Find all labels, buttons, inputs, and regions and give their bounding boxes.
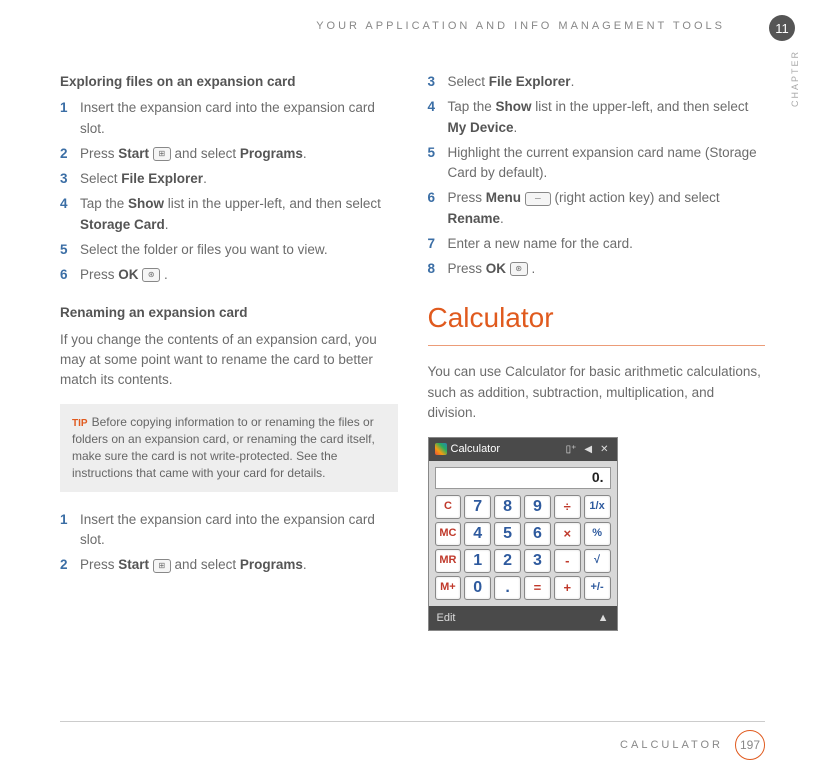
footer-section: CALCULATOR — [620, 739, 723, 751]
calc-key-6[interactable]: 6 — [524, 522, 551, 546]
calc-key-mc[interactable]: MC — [435, 522, 462, 546]
calc-key-4[interactable]: 4 — [464, 522, 491, 546]
step-text: Press Start ⊞ and select Programs. — [80, 555, 398, 575]
calc-keypad: C789÷1/x MC456×% MR123-√ M+0.=++/- — [429, 495, 617, 606]
calc-key-[interactable]: + — [554, 576, 581, 600]
steps-renaming-cont: 3Select File Explorer. 4Tap the Show lis… — [428, 72, 766, 279]
calc-window-title: Calculator — [451, 441, 501, 458]
step-text: Press Menu (right action key) and select… — [448, 188, 766, 229]
calculator-rule — [428, 345, 766, 346]
windows-flag-icon — [435, 443, 447, 455]
step-text: Select File Explorer. — [80, 169, 398, 189]
step-text: Insert the expansion card into the expan… — [80, 98, 398, 139]
calc-key-1[interactable]: 1 — [464, 549, 491, 573]
step-text: Press OK ⊛ . — [448, 259, 766, 279]
calc-key-5[interactable]: 5 — [494, 522, 521, 546]
step-text: Tap the Show list in the upper-left, and… — [448, 97, 766, 138]
page-number: 197 — [735, 730, 765, 760]
section-exploring-title: Exploring files on an expansion card — [60, 72, 398, 92]
calc-key-[interactable]: - — [554, 549, 581, 573]
start-icon: ⊞ — [153, 147, 171, 161]
step-text: Select the folder or files you want to v… — [80, 240, 398, 260]
calc-key-[interactable]: × — [554, 522, 581, 546]
ok-icon: ⊛ — [510, 262, 528, 276]
calc-key-[interactable]: . — [494, 576, 521, 600]
header-title: YOUR APPLICATION AND INFO MANAGEMENT TOO… — [316, 20, 725, 32]
page-header: YOUR APPLICATION AND INFO MANAGEMENT TOO… — [60, 20, 765, 32]
chapter-label: CHAPTER — [790, 50, 800, 107]
tip-box: TIPBefore copying information to or rena… — [60, 404, 398, 491]
step-text: Highlight the current expansion card nam… — [448, 143, 766, 184]
start-icon: ⊞ — [153, 559, 171, 573]
calc-key-1x[interactable]: 1/x — [584, 495, 611, 519]
calc-softkey-bar: Edit ▲ — [429, 606, 617, 631]
step-text: Enter a new name for the card. — [448, 234, 766, 254]
calc-key-[interactable]: √ — [584, 549, 611, 573]
softkey-menu-icon[interactable]: ▲ — [598, 610, 609, 627]
calc-key-8[interactable]: 8 — [494, 495, 521, 519]
calc-key-c[interactable]: C — [435, 495, 462, 519]
left-column: Exploring files on an expansion card 1In… — [60, 72, 398, 631]
tip-label: TIP — [72, 418, 88, 429]
section-renaming-title: Renaming an expansion card — [60, 303, 398, 323]
calc-key-m[interactable]: M+ — [435, 576, 462, 600]
page-footer: CALCULATOR 197 — [60, 721, 765, 760]
calc-key-7[interactable]: 7 — [464, 495, 491, 519]
calc-titlebar: Calculator ▯⁺◀ ✕ — [429, 438, 617, 461]
softkey-edit[interactable]: Edit — [437, 610, 456, 627]
step-text: Tap the Show list in the upper-left, and… — [80, 194, 398, 235]
calc-key-[interactable]: % — [584, 522, 611, 546]
calc-key-0[interactable]: 0 — [464, 576, 491, 600]
calculator-screenshot: Calculator ▯⁺◀ ✕ 0. C789÷1/x MC456×% MR123-… — [428, 437, 618, 631]
signal-icon: ▯⁺ — [564, 442, 579, 457]
calc-display: 0. — [435, 467, 611, 489]
menu-key-icon — [525, 192, 551, 206]
calculator-intro: You can use Calculator for basic arithme… — [428, 362, 766, 423]
step-text: Press OK ⊛ . — [80, 265, 398, 285]
content-columns: Exploring files on an expansion card 1In… — [60, 72, 765, 631]
steps-exploring: 1Insert the expansion card into the expa… — [60, 98, 398, 285]
tip-text: Before copying information to or renamin… — [72, 415, 375, 480]
calculator-heading: Calculator — [428, 297, 766, 339]
close-icon[interactable]: ✕ — [598, 442, 610, 457]
step-text: Select File Explorer. — [448, 72, 766, 92]
calc-key-9[interactable]: 9 — [524, 495, 551, 519]
calc-key-[interactable]: ÷ — [554, 495, 581, 519]
volume-icon: ◀ — [582, 442, 594, 457]
calc-key-mr[interactable]: MR — [435, 549, 462, 573]
steps-renaming-start: 1Insert the expansion card into the expa… — [60, 510, 398, 576]
calc-key-3[interactable]: 3 — [524, 549, 551, 573]
calc-key-[interactable]: +/- — [584, 576, 611, 600]
chapter-number-badge: 11 — [769, 15, 795, 41]
calc-key-[interactable]: = — [524, 576, 551, 600]
ok-icon: ⊛ — [142, 268, 160, 282]
renaming-intro: If you change the contents of an expansi… — [60, 330, 398, 391]
step-text: Press Start ⊞ and select Programs. — [80, 144, 398, 164]
calc-key-2[interactable]: 2 — [494, 549, 521, 573]
right-column: 3 Select File Explorer. 4 Tap the Show lis… — [428, 72, 766, 631]
titlebar-status-icons: ▯⁺◀ ✕ — [564, 442, 611, 457]
step-text: Insert the expansion card into the expan… — [80, 510, 398, 551]
